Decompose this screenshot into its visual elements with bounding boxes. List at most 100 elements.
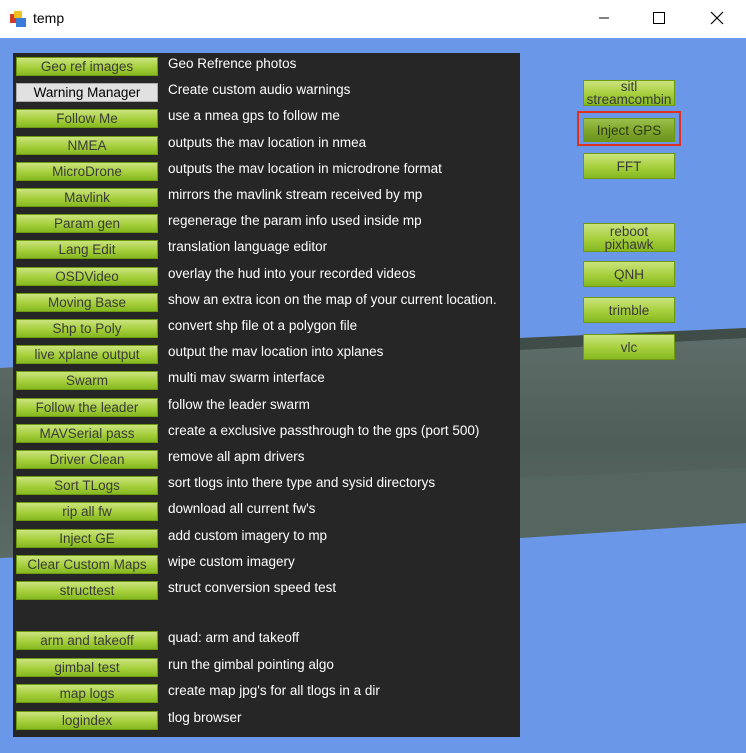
tool-description: wipe custom imagery	[168, 553, 295, 569]
tool-description: run the gimbal pointing algo	[168, 656, 334, 672]
tool-row: Clear Custom Maps wipe custom imagery	[13, 553, 520, 579]
tool-button[interactable]: Inject GE	[16, 528, 158, 548]
side-button-label: Inject GPS	[596, 122, 662, 138]
tool-row: Mavlink mirrors the mavlink stream receiv…	[13, 186, 520, 212]
tool-description: use a nmea gps to follow me	[168, 108, 340, 124]
tool-row: Inject GE add custom imagery to mp	[13, 527, 520, 553]
tool-description: add custom imagery to mp	[168, 527, 328, 543]
minimize-button[interactable]	[581, 0, 627, 36]
tool-button[interactable]: Geo ref images	[16, 57, 158, 76]
maximize-icon	[653, 12, 665, 24]
close-icon	[710, 11, 724, 25]
side-button[interactable]: QNH	[583, 261, 675, 287]
tool-row: Lang Edit translation language editor	[13, 238, 520, 264]
tools-panel: Geo ref images Geo Refrence photos Warning…	[13, 53, 520, 737]
tool-row: Driver Clean remove all apm drivers	[13, 448, 520, 474]
tool-button[interactable]: Mavlink	[16, 188, 158, 207]
tool-button[interactable]: Warning Manager	[16, 83, 158, 103]
tool-button[interactable]: Lang Edit	[16, 240, 158, 260]
tool-button[interactable]: Param gen	[16, 214, 158, 234]
tool-row: arm and takeoff quad: arm and takeoff	[13, 629, 520, 655]
tool-button[interactable]: MAVSerial pass	[16, 423, 158, 443]
tool-row: gimbal test run the gimbal pointing algo	[13, 656, 520, 682]
tool-button[interactable]: arm and takeoff	[16, 631, 158, 650]
side-button-label: QNH	[614, 266, 644, 282]
tool-button[interactable]: OSDVideo	[16, 266, 158, 286]
tool-button[interactable]: Follow Me	[16, 109, 158, 129]
tool-button[interactable]: Shp to Poly	[16, 319, 158, 338]
app-window-icon	[10, 11, 26, 27]
side-button[interactable]: sitl streamcombin	[583, 80, 675, 106]
tool-row: Param gen regenerage the param info used …	[13, 212, 520, 238]
tool-description: mirrors the mavlink stream received by m…	[168, 187, 423, 202]
tool-button[interactable]: Sort TLogs	[16, 476, 158, 496]
side-button[interactable]: FFT	[583, 153, 675, 179]
side-button[interactable]: Inject GPS	[583, 118, 675, 142]
tool-row: MicroDrone outputs the mav location in mi…	[13, 160, 520, 186]
tool-row: structtest struct conversion speed test	[13, 579, 520, 605]
tool-description: output the mav location into xplanes	[168, 344, 384, 360]
tool-description: multi mav swarm interface	[168, 370, 325, 386]
title-bar: temp	[0, 0, 746, 38]
tool-button[interactable]: map logs	[16, 684, 158, 703]
side-button-label: FFT	[616, 158, 642, 174]
side-button-label-line2: pixhawk	[604, 236, 654, 252]
tool-description: outputs the mav location in microdrone f…	[168, 160, 442, 176]
tool-row: Follow the leader follow the leader swarm	[13, 396, 520, 422]
tool-row: Geo ref images Geo Refrence photos	[13, 55, 520, 81]
tool-description: struct conversion speed test	[168, 580, 337, 595]
tool-description: remove all apm drivers	[168, 449, 305, 464]
tool-button[interactable]: Moving Base	[16, 292, 158, 312]
tool-row: MAVSerial pass create a exclusive passthr…	[13, 422, 520, 448]
tool-row: Follow Me use a nmea gps to follow me	[13, 107, 520, 133]
tool-button[interactable]: gimbal test	[16, 657, 158, 677]
map-viewport[interactable]: Geo ref images Geo Refrence photos Warning…	[0, 38, 746, 753]
tool-button[interactable]: rip all fw	[16, 502, 158, 522]
tool-row: live xplane output output the mav locatio…	[13, 343, 520, 369]
tool-row: Moving Base show an extra icon on the map…	[13, 291, 520, 317]
tool-description: follow the leader swarm	[168, 396, 310, 412]
window-title: temp	[33, 10, 65, 26]
tool-row: OSDVideo overlay the hud into your record…	[13, 265, 520, 291]
side-button-label-line2: streamcombin	[586, 92, 672, 107]
tool-description: quad: arm and takeoff	[168, 630, 300, 645]
tool-description: translation language editor	[168, 239, 328, 255]
side-button-label: reboot	[609, 223, 649, 239]
tool-description: overlay the hud into your recorded video…	[168, 265, 416, 281]
side-button[interactable]: trimble	[583, 297, 675, 323]
maximize-button[interactable]	[636, 0, 682, 36]
tool-row: rip all fw download all current fw's	[13, 500, 520, 526]
tool-button[interactable]: Driver Clean	[16, 450, 158, 469]
tool-row: Sort TLogs sort tlogs into there type and…	[13, 474, 520, 500]
tool-description: show an extra icon on the map of your cu…	[168, 291, 497, 307]
tool-button[interactable]: Follow the leader	[16, 397, 158, 417]
tool-description: regenerage the param info used inside mp	[168, 213, 422, 229]
tool-row: Swarm multi mav swarm interface	[13, 369, 520, 395]
side-button[interactable]: vlc	[583, 334, 675, 360]
tool-button[interactable]: logindex	[16, 710, 158, 730]
side-button-label: trimble	[608, 302, 650, 318]
tool-row: Shp to Poly convert shp file ot a polygon…	[13, 317, 520, 343]
tool-button[interactable]: Swarm	[16, 371, 158, 391]
tool-description: download all current fw's	[168, 501, 316, 517]
tool-description: create map jpg's for all tlogs in a dir	[168, 683, 380, 698]
side-button[interactable]: reboot pixhawk	[583, 223, 675, 252]
tool-button[interactable]: Clear Custom Maps	[16, 554, 158, 574]
tool-button[interactable]: MicroDrone	[16, 161, 158, 181]
tool-button[interactable]: live xplane output	[16, 345, 158, 365]
tool-row: Warning Manager Create custom audio warni…	[13, 81, 520, 107]
tool-row: NMEA outputs the mav location in nmea	[13, 134, 520, 160]
close-button[interactable]	[694, 0, 740, 36]
tool-description: tlog browser	[168, 709, 242, 725]
tool-description: Create custom audio warnings	[168, 82, 351, 98]
tool-button[interactable]: NMEA	[16, 135, 158, 155]
tool-description: sort tlogs into there type and sysid dir…	[168, 475, 436, 491]
tool-row: map logs create map jpg's for all tlogs i…	[13, 682, 520, 708]
tool-description: convert shp file ot a polygon file	[168, 318, 358, 333]
minimize-icon	[599, 17, 609, 19]
tool-description: outputs the mav location in nmea	[168, 134, 367, 150]
side-button-label: vlc	[620, 339, 638, 355]
tool-row: logindex tlog browser	[13, 709, 520, 735]
tool-description: Geo Refrence photos	[168, 56, 297, 71]
tool-button[interactable]: structtest	[16, 581, 158, 600]
